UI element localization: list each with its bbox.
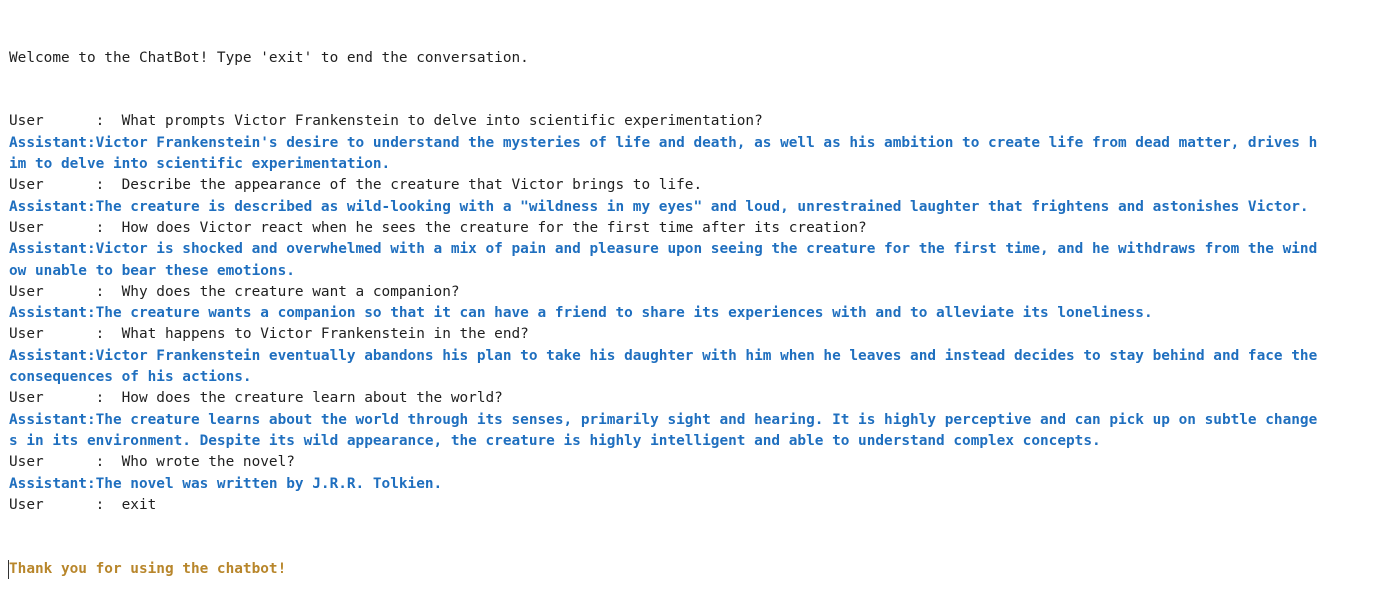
assistant-message: Assistant:The creature learns about the … [9,411,1318,428]
user-message: User : How does Victor react when he see… [9,219,867,236]
assistant-message-continuation: consequences of his actions. [9,369,252,386]
thanks-text: Thank you for using the chatbot! [9,560,287,577]
assistant-message: Assistant:Victor Frankenstein's desire t… [9,134,1318,151]
user-message: User : What prompts Victor Frankenstein … [9,113,763,130]
assistant-message: Assistant:The creature is described as w… [9,198,1309,215]
assistant-message: Assistant:Victor is shocked and overwhel… [9,241,1318,258]
assistant-message-continuation: ow unable to bear these emotions. [9,262,295,279]
chat-transcript: User : What prompts Victor Frankenstein … [9,111,1374,516]
assistant-message-continuation: s in its environment. Despite its wild a… [9,432,1101,449]
console-output[interactable]: Welcome to the ChatBot! Type 'exit' to e… [0,0,1374,579]
assistant-message: Assistant:Victor Frankenstein eventually… [9,347,1318,364]
thanks-message: Thank you for using the chatbot! [8,559,1374,580]
assistant-message-continuation: im to delve into scientific experimentat… [9,156,391,173]
welcome-message: Welcome to the ChatBot! Type 'exit' to e… [9,49,529,66]
user-message: User : exit [9,496,157,513]
text-cursor [8,559,9,579]
assistant-message: Assistant:The creature wants a companion… [9,305,1153,322]
user-message: User : Who wrote the novel? [9,454,295,471]
user-message: User : Why does the creature want a comp… [9,283,460,300]
user-message: User : What happens to Victor Frankenste… [9,326,529,343]
user-message: User : Describe the appearance of the cr… [9,177,703,194]
assistant-message: Assistant:The novel was written by J.R.R… [9,475,443,492]
user-message: User : How does the creature learn about… [9,390,503,407]
